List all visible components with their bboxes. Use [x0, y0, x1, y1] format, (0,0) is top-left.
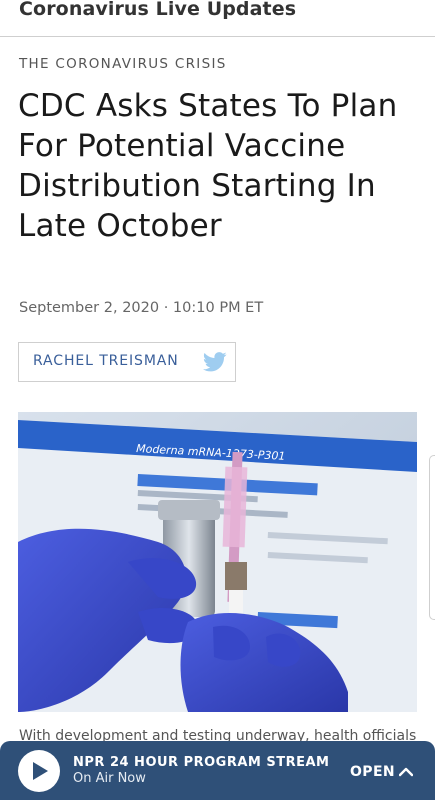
article-headline: CDC Asks States To Plan For Potential Va… — [18, 88, 398, 244]
side-scroll-handle[interactable] — [429, 455, 435, 620]
audio-player-bar[interactable]: NPR 24 HOUR PROGRAM STREAM On Air Now OP… — [0, 741, 435, 800]
twitter-icon[interactable] — [203, 352, 227, 372]
live-updates-title[interactable]: Coronavirus Live Updates — [19, 0, 296, 20]
open-label: OPEN — [350, 764, 396, 780]
article-dateline: September 2, 2020 · 10:10 PM ET — [19, 300, 264, 316]
author-byline[interactable]: RACHEL TREISMAN — [18, 342, 236, 382]
top-bar: Coronavirus Live Updates — [0, 0, 435, 37]
author-name[interactable]: RACHEL TREISMAN — [33, 353, 179, 369]
vaccine-vial-photo: Moderna mRNA-1273-P301 — [18, 412, 417, 712]
play-button[interactable] — [18, 750, 60, 792]
stream-title: NPR 24 HOUR PROGRAM STREAM — [73, 755, 330, 770]
chevron-up-icon — [399, 767, 414, 777]
section-label[interactable]: THE CORONAVIRUS CRISIS — [19, 56, 227, 72]
stream-status: On Air Now — [73, 771, 146, 786]
article-photo[interactable]: Moderna mRNA-1273-P301 — [18, 412, 417, 712]
play-icon — [33, 762, 48, 780]
open-player-button[interactable]: OPEN — [350, 762, 414, 782]
